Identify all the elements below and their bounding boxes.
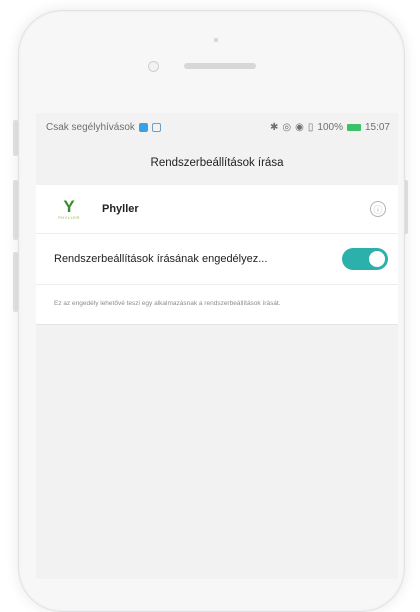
screenshot-notification-icon [151, 122, 161, 132]
battery-icon [346, 123, 361, 131]
sim-icon: ▯ [307, 121, 314, 133]
app-name: Phyller [102, 203, 139, 215]
app-info-row[interactable]: Y PHYLLER Phyller ⓘ [36, 185, 398, 234]
earpiece-speaker [184, 63, 256, 69]
wifi-icon: ◉ [295, 121, 304, 133]
page-title-bar: Rendszerbeállítások írása [36, 141, 398, 185]
clock: 15:07 [364, 121, 390, 133]
permission-label: Rendszerbeállítások írásának engedélyez.… [54, 253, 268, 265]
camera-dot [214, 38, 218, 42]
battery-percent: 100% [317, 121, 343, 133]
rotation-lock-icon: ◎ [282, 121, 292, 133]
app-logo-mark: Y [63, 196, 75, 216]
front-camera [148, 61, 159, 72]
permission-description-block: Ez az engedély lehetővé teszi egy alkalm… [36, 284, 398, 325]
status-bar: Csak segélyhívások ✱ ◎ ◉ ▯ 100% 15:07 [36, 113, 398, 141]
app-logo-word: PHYLLER [58, 214, 80, 220]
info-icon[interactable]: ⓘ [370, 201, 386, 217]
permission-description: Ez az engedély lehetővé teszi egy alkalm… [54, 300, 281, 307]
phone-screen: Csak segélyhívások ✱ ◎ ◉ ▯ 100% 15:07 Re… [36, 113, 398, 579]
carrier-text: Csak segélyhívások [46, 121, 135, 133]
permission-toggle[interactable] [342, 248, 388, 270]
notification-icon [138, 122, 148, 132]
write-settings-permission-row[interactable]: Rendszerbeállítások írásának engedélyez.… [36, 234, 398, 284]
page-title: Rendszerbeállítások írása [150, 157, 284, 169]
toggle-knob [369, 251, 385, 267]
bluetooth-icon: ✱ [270, 121, 279, 133]
app-logo: Y PHYLLER [54, 194, 84, 224]
